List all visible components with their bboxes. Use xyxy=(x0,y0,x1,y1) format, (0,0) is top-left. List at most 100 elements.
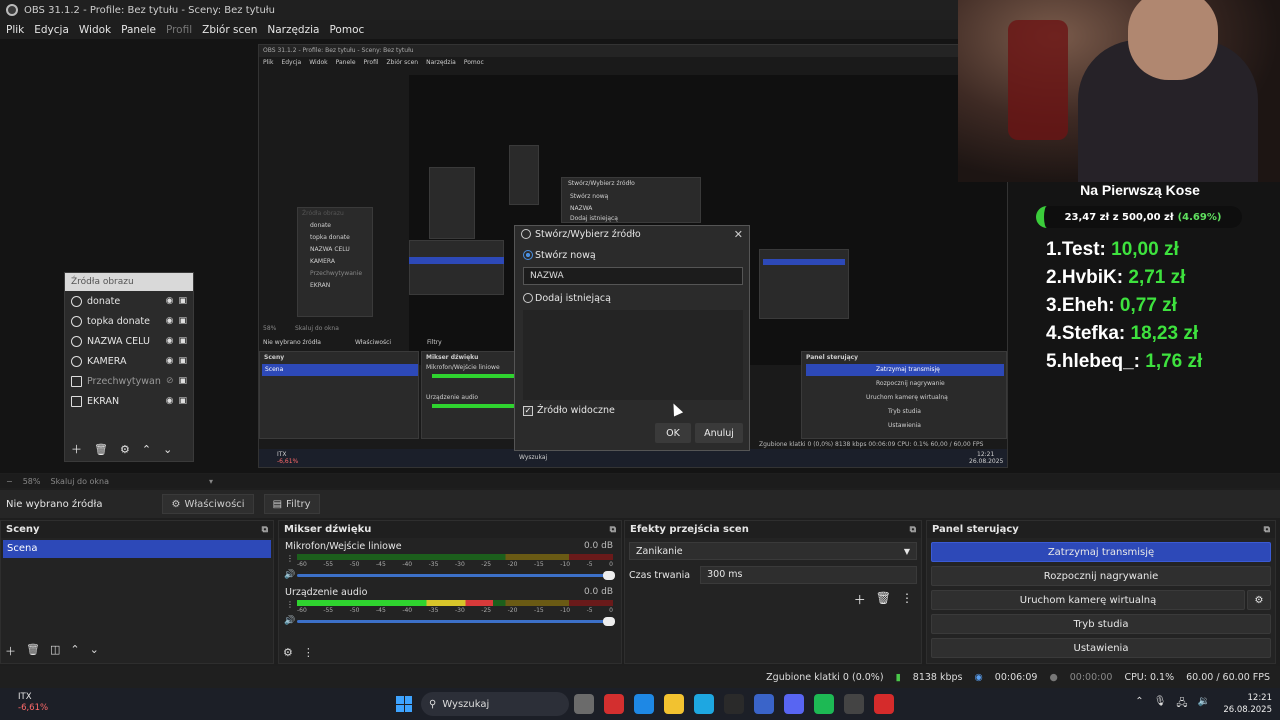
network-icon[interactable]: 🖧 xyxy=(1176,696,1187,713)
meter-tick-label: -10 xyxy=(560,607,571,614)
source-name-input[interactable] xyxy=(523,267,743,285)
speaker-icon[interactable]: 🔊 xyxy=(284,616,295,626)
undock-icon[interactable]: ⧉ xyxy=(910,525,916,535)
close-icon[interactable]: ✕ xyxy=(734,228,743,241)
transition-select[interactable]: Zanikanie ▼ xyxy=(629,542,917,560)
advanced-audio-icon[interactable]: ⚙ xyxy=(283,646,293,659)
add-existing-radio[interactable]: Dodaj istniejącą xyxy=(515,289,749,307)
filters-button[interactable]: ▤ Filtry xyxy=(263,494,320,514)
move-down-icon[interactable]: ⌄ xyxy=(163,443,172,456)
top-donors-list: 1.Test: 10,00 zł 2.HvbiK: 2,71 zł 3.Eheh… xyxy=(1046,236,1250,376)
taskbar-app-icon[interactable] xyxy=(724,694,744,714)
remove-source-icon[interactable]: 🗑 xyxy=(94,443,108,456)
settings-button[interactable]: Ustawienia xyxy=(931,638,1271,658)
undock-icon[interactable]: ⧉ xyxy=(262,525,268,535)
eye-icon[interactable]: ◉ xyxy=(166,356,174,366)
taskbar-app-icon[interactable] xyxy=(574,694,594,714)
microphone-icon[interactable]: 🎙 xyxy=(1154,696,1167,713)
move-down-icon[interactable]: ⌄ xyxy=(90,643,99,659)
undock-icon[interactable]: ⧉ xyxy=(610,525,616,535)
eye-icon[interactable]: ◉ xyxy=(166,296,174,306)
top-donor: 3.Eheh: 0,77 zł xyxy=(1046,292,1250,320)
eye-icon[interactable]: ◉ xyxy=(166,396,174,406)
scale-to-window[interactable]: Skaluj do okna xyxy=(50,477,109,486)
meter-tick-label: -30 xyxy=(454,607,465,614)
menu-view[interactable]: Widok xyxy=(79,24,111,36)
transition-menu-icon[interactable]: ⋮ xyxy=(901,591,913,608)
volume-slider[interactable] xyxy=(297,617,615,626)
menu-tools[interactable]: Narzędzia xyxy=(267,24,319,36)
source-item-donate[interactable]: donate ◉ ▣ xyxy=(65,291,193,311)
menu-docks[interactable]: Panele xyxy=(121,24,156,36)
source-item-kamera[interactable]: KAMERA ◉ ▣ xyxy=(65,351,193,371)
taskbar-app-icon[interactable] xyxy=(754,694,774,714)
taskbar-search[interactable]: ⚲ Wyszukaj xyxy=(421,692,569,716)
source-visible-checkbox[interactable]: ✓ Źródło widoczne xyxy=(523,405,615,416)
eye-icon[interactable]: ◉ xyxy=(166,336,174,346)
stock-widget[interactable]: ITX -6,61% xyxy=(18,692,48,714)
lock-icon[interactable]: ▣ xyxy=(178,336,187,346)
taskbar-app-icon[interactable] xyxy=(664,694,684,714)
remove-transition-icon[interactable]: 🗑 xyxy=(876,591,891,608)
gear-icon[interactable]: ⚙ xyxy=(120,443,130,456)
chevron-down-icon[interactable]: ▾ xyxy=(209,477,213,486)
scene-item[interactable]: Scena xyxy=(3,540,271,558)
properties-button[interactable]: ⚙ Właściwości xyxy=(162,494,254,514)
channel-menu-icon[interactable]: ⋮ xyxy=(286,554,294,563)
source-item-ekran[interactable]: EKRAN ◉ ▣ xyxy=(65,391,193,411)
zoom-out-icon[interactable]: − xyxy=(6,477,13,486)
cancel-button[interactable]: Anuluj xyxy=(695,423,743,443)
volume-icon[interactable]: 🔉 xyxy=(1198,696,1210,713)
taskbar-app-icon[interactable] xyxy=(694,694,714,714)
add-scene-icon[interactable]: ＋ xyxy=(5,643,16,659)
eye-hidden-icon[interactable]: ⊘ xyxy=(166,376,174,386)
source-item-nazwa-celu[interactable]: NAZWA CELU ◉ ▣ xyxy=(65,331,193,351)
lock-icon[interactable]: ▣ xyxy=(178,396,187,406)
menu-profile[interactable]: Profil xyxy=(166,24,192,36)
stop-streaming-button[interactable]: Zatrzymaj transmisję xyxy=(931,542,1271,562)
mixer-menu-icon[interactable]: ⋮ xyxy=(303,646,314,659)
taskbar-app-icon[interactable] xyxy=(604,694,624,714)
taskbar-app-icon[interactable] xyxy=(844,694,864,714)
slider-knob[interactable] xyxy=(603,571,615,580)
source-item-przechwytywanie[interactable]: Przechwytywanie ⊘ ▣ xyxy=(65,371,193,391)
gear-icon[interactable]: ⚙ xyxy=(1247,590,1271,610)
lock-icon[interactable]: ▣ xyxy=(178,296,187,306)
source-item-topka-donate[interactable]: topka donate ◉ ▣ xyxy=(65,311,193,331)
chevron-up-icon[interactable]: ⌃ xyxy=(1135,696,1143,713)
menu-file[interactable]: Plik xyxy=(6,24,24,36)
duration-input[interactable]: 300 ms xyxy=(700,566,917,584)
menu-scene-collection[interactable]: Zbiór scen xyxy=(202,24,257,36)
menu-help[interactable]: Pomoc xyxy=(329,24,364,36)
eye-icon[interactable]: ◉ xyxy=(166,316,174,326)
taskbar-app-icon[interactable] xyxy=(634,694,654,714)
taskbar-app-icon[interactable] xyxy=(784,694,804,714)
taskbar-app-icon[interactable] xyxy=(814,694,834,714)
move-up-icon[interactable]: ⌃ xyxy=(142,443,151,456)
windows-start-icon[interactable] xyxy=(396,696,412,712)
volume-slider[interactable] xyxy=(297,571,615,580)
undock-icon[interactable]: ⧉ xyxy=(1264,525,1270,535)
taskbar-clock[interactable]: 12:21 26.08.2025 xyxy=(1223,692,1272,716)
start-recording-button[interactable]: Rozpocznij nagrywanie xyxy=(931,566,1271,586)
studio-mode-button[interactable]: Tryb studia xyxy=(931,614,1271,634)
create-new-radio[interactable]: Stwórz nową xyxy=(515,246,749,264)
channel-menu-icon[interactable]: ⋮ xyxy=(286,600,294,609)
move-up-icon[interactable]: ⌃ xyxy=(70,643,79,659)
speaker-icon[interactable]: 🔊 xyxy=(284,570,295,580)
donor-name: Test: xyxy=(1061,239,1106,260)
lock-icon[interactable]: ▣ xyxy=(178,376,187,386)
add-source-icon[interactable]: ＋ xyxy=(71,441,82,457)
slider-knob[interactable] xyxy=(603,617,615,626)
start-virtual-cam-button[interactable]: Uruchom kamerę wirtualną xyxy=(931,590,1245,610)
taskbar-app-icon[interactable] xyxy=(874,694,894,714)
lock-icon[interactable]: ▣ xyxy=(178,316,187,326)
remove-scene-icon[interactable]: 🗑 xyxy=(26,643,40,659)
lock-icon[interactable]: ▣ xyxy=(178,356,187,366)
add-transition-icon[interactable]: ＋ xyxy=(854,591,866,608)
scene-filters-icon[interactable]: ◫ xyxy=(50,643,60,659)
menu-edit[interactable]: Edycja xyxy=(34,24,69,36)
ok-button[interactable]: OK xyxy=(655,423,691,443)
bitrate: 8138 kbps xyxy=(912,671,963,683)
existing-sources-list[interactable] xyxy=(523,310,743,400)
